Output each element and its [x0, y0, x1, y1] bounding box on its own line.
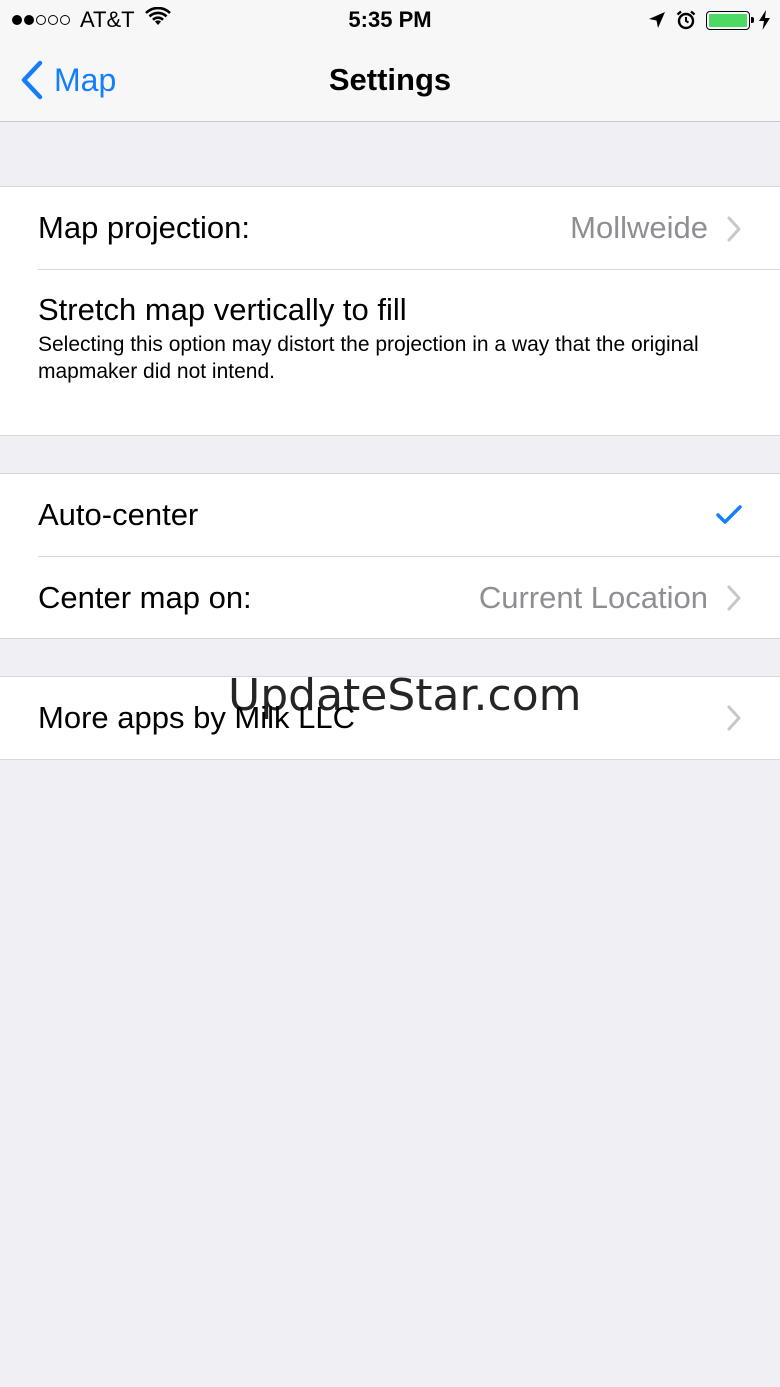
map-projection-label: Map projection: — [38, 210, 250, 245]
center-map-on-label: Center map on: — [38, 580, 252, 615]
page-title: Settings — [328, 62, 452, 97]
checkmark-icon — [716, 505, 742, 524]
stretch-map-label: Stretch map vertically to fill — [38, 292, 407, 327]
settings-group-centering: Auto-center Center map on: Current Locat… — [0, 473, 780, 639]
status-bar: AT&T 5:35 PM — [0, 0, 780, 40]
navigation-bar: Map Settings — [0, 40, 780, 122]
charging-bolt-icon — [759, 10, 770, 30]
location-arrow-icon — [648, 11, 666, 29]
chevron-right-icon — [727, 705, 741, 731]
settings-group-display: Map projection: Mollweide Stretch map ve… — [0, 186, 780, 436]
map-projection-cell[interactable]: Map projection: Mollweide — [0, 187, 780, 270]
battery-icon — [706, 10, 754, 30]
auto-center-cell[interactable]: Auto-center — [0, 474, 780, 556]
map-projection-value: Mollweide — [570, 210, 708, 245]
chevron-right-icon — [727, 216, 741, 242]
watermark-text: UpdateStar.com — [228, 670, 582, 721]
status-right — [648, 8, 770, 32]
battery-level — [709, 13, 747, 27]
stretch-map-cell[interactable]: Stretch map vertically to fill Selecting… — [0, 270, 780, 435]
chevron-right-icon — [727, 585, 741, 611]
center-map-on-cell[interactable]: Center map on: Current Location — [0, 557, 780, 639]
stretch-map-description: Selecting this option may distort the pr… — [38, 333, 699, 383]
center-map-on-value: Current Location — [478, 580, 708, 615]
alarm-icon — [676, 10, 696, 30]
auto-center-label: Auto-center — [38, 497, 199, 532]
